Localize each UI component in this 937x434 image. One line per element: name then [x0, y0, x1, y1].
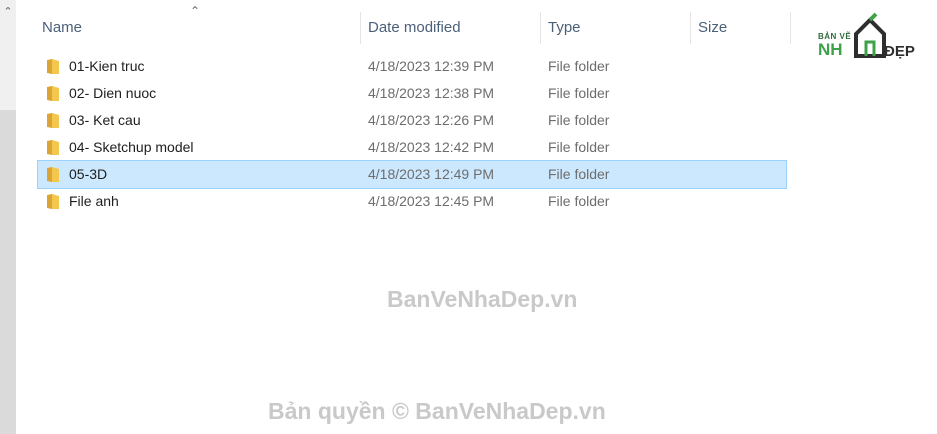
- file-type: File folder: [548, 85, 610, 101]
- file-row[interactable]: File anh 4/18/2023 12:45 PM File folder: [38, 188, 786, 215]
- file-date-modified: 4/18/2023 12:39 PM: [368, 58, 495, 74]
- file-date-modified: 4/18/2023 12:38 PM: [368, 85, 495, 101]
- file-type: File folder: [548, 193, 610, 209]
- column-divider[interactable]: [690, 12, 691, 44]
- watermark-bottom: Bản quyền © BanVeNhaDep.vn: [268, 398, 606, 424]
- folder-icon: [47, 194, 59, 209]
- file-type: File folder: [548, 166, 610, 182]
- file-row[interactable]: 02- Dien nuoc 4/18/2023 12:38 PM File fo…: [38, 80, 786, 107]
- sort-ascending-icon: ⌃: [190, 4, 201, 18]
- watermark-center: BanVeNhaDep.vn: [387, 286, 578, 312]
- folder-icon: [47, 113, 59, 128]
- file-name: 05-3D: [69, 166, 108, 182]
- file-name: 01-Kien truc: [69, 58, 145, 74]
- scroll-up-icon[interactable]: ⌃: [2, 6, 14, 18]
- file-date-modified: 4/18/2023 12:42 PM: [368, 139, 495, 155]
- folder-icon: [47, 59, 59, 74]
- column-header-size[interactable]: Size: [698, 0, 727, 56]
- column-header-name[interactable]: Name: [42, 0, 82, 56]
- file-type: File folder: [548, 58, 610, 74]
- file-type: File folder: [548, 112, 610, 128]
- column-header-bar: ⌃ Name Date modified Type Size: [16, 0, 791, 56]
- file-row-selected[interactable]: 05-3D 4/18/2023 12:49 PM File folder: [37, 160, 787, 189]
- left-scrollbar[interactable]: ⌃: [0, 0, 16, 434]
- file-date-modified: 4/18/2023 12:26 PM: [368, 112, 495, 128]
- file-name: 02- Dien nuoc: [69, 85, 157, 101]
- folder-icon: [47, 86, 59, 101]
- column-divider[interactable]: [540, 12, 541, 44]
- file-name: 04- Sketchup model: [69, 139, 194, 155]
- folder-icon: [47, 140, 59, 155]
- file-type: File folder: [548, 139, 610, 155]
- column-divider[interactable]: [360, 12, 361, 44]
- logo-main-text: NH: [818, 40, 843, 59]
- column-divider[interactable]: [790, 12, 791, 44]
- file-date-modified: 4/18/2023 12:45 PM: [368, 193, 495, 209]
- file-list: 01-Kien truc 4/18/2023 12:39 PM File fol…: [37, 53, 787, 215]
- file-row[interactable]: 01-Kien truc 4/18/2023 12:39 PM File fol…: [38, 53, 786, 80]
- brand-logo: BẢN VẼ NH ĐẸP: [814, 12, 934, 64]
- file-name: File anh: [69, 193, 119, 209]
- folder-icon: [47, 167, 59, 182]
- file-row[interactable]: 03- Ket cau 4/18/2023 12:26 PM File fold…: [38, 107, 786, 134]
- file-name: 03- Ket cau: [69, 112, 141, 128]
- file-row[interactable]: 04- Sketchup model 4/18/2023 12:42 PM Fi…: [38, 134, 786, 161]
- logo-suffix-text: ĐẸP: [884, 43, 915, 60]
- column-header-type[interactable]: Type: [548, 0, 581, 56]
- column-header-date-modified[interactable]: Date modified: [368, 0, 461, 56]
- file-date-modified: 4/18/2023 12:49 PM: [368, 166, 495, 182]
- scrollbar-thumb[interactable]: [0, 110, 16, 434]
